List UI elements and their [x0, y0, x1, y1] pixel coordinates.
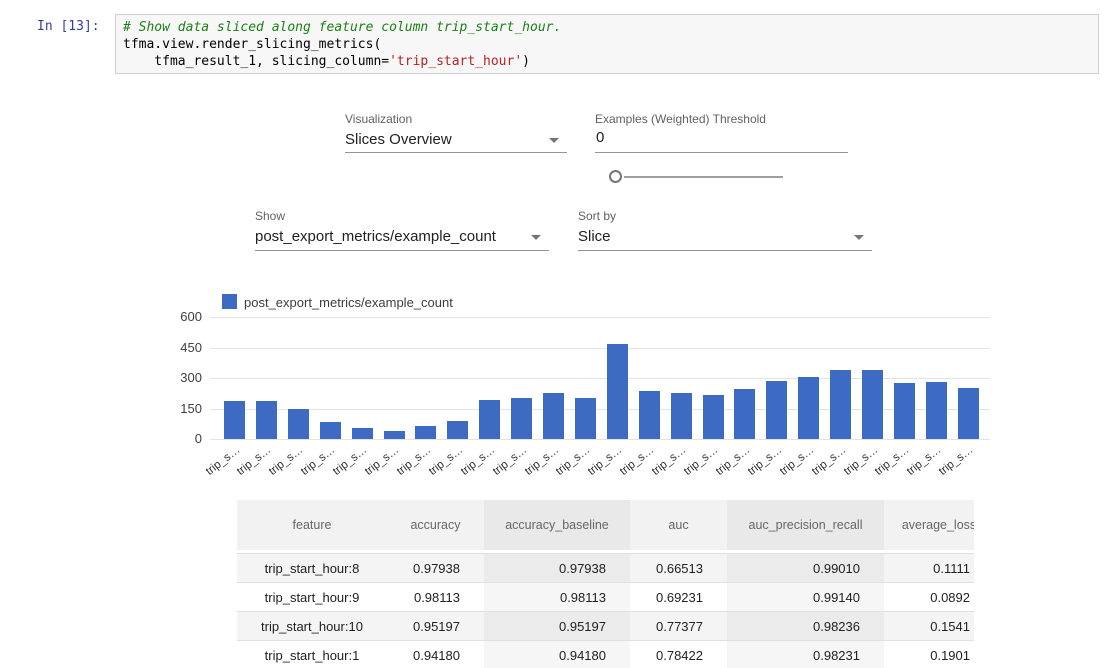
chart-bar[interactable]: [511, 398, 532, 439]
code-line: ): [522, 54, 530, 69]
code-comment: # Show data sliced along feature column …: [123, 20, 561, 35]
visualization-underline: [345, 152, 567, 153]
table-cell: trip_start_hour:10: [237, 612, 387, 640]
table-row: trip_start_hour:90.981130.981130.692310.…: [237, 583, 974, 612]
code-string: 'trip_start_hour': [389, 54, 522, 69]
chart-bar[interactable]: [256, 401, 277, 439]
chart-bar[interactable]: [575, 398, 596, 439]
legend-label: post_export_metrics/example_count: [244, 295, 453, 310]
y-tick-label: 0: [158, 431, 202, 446]
chart-bar[interactable]: [288, 409, 309, 439]
table-cell: 0.77377: [630, 612, 727, 640]
chart-bar[interactable]: [894, 383, 915, 439]
code-line: tfma_result_1, slicing_column=: [123, 54, 389, 69]
show-label: Show: [255, 209, 285, 223]
gridline: [210, 348, 990, 349]
table-cell: 0.66513: [630, 554, 727, 582]
table-cell: trip_start_hour:1: [237, 641, 387, 668]
table-row: trip_start_hour:100.951970.951970.773770…: [237, 612, 974, 641]
header-cell: auc: [630, 500, 727, 550]
chart-bar[interactable]: [958, 388, 979, 439]
legend-color-swatch: [222, 294, 237, 309]
chart-bar[interactable]: [766, 381, 787, 439]
threshold-input[interactable]: [596, 129, 844, 146]
sort-by-select[interactable]: Slice: [578, 228, 611, 245]
code-cell[interactable]: # Show data sliced along feature column …: [115, 14, 1099, 74]
table-body: trip_start_hour:80.979380.979380.665130.…: [237, 553, 974, 668]
header-cell: average_loss: [884, 500, 974, 550]
table-cell: 0.98113: [484, 583, 630, 611]
table-row: trip_start_hour:80.979380.979380.665130.…: [237, 554, 974, 583]
table-cell: 0.97938: [387, 554, 484, 582]
chart-bar[interactable]: [798, 377, 819, 439]
threshold-slider-track[interactable]: [624, 176, 783, 178]
chart-bar[interactable]: [734, 389, 755, 439]
chevron-down-icon[interactable]: [854, 235, 864, 240]
chart-bar[interactable]: [830, 370, 851, 439]
table-cell: 0.69231: [630, 583, 727, 611]
visualization-select[interactable]: Slices Overview: [345, 131, 452, 148]
threshold-slider-thumb[interactable]: [609, 170, 622, 183]
y-tick-label: 600: [158, 309, 202, 324]
chart-bar[interactable]: [862, 370, 883, 439]
table-cell: 0.94180: [387, 641, 484, 668]
table-cell: 0.98113: [387, 583, 484, 611]
chart-bar[interactable]: [607, 344, 628, 439]
y-tick-label: 450: [158, 340, 202, 355]
show-select[interactable]: post_export_metrics/example_count: [255, 228, 496, 245]
table-cell: trip_start_hour:9: [237, 583, 387, 611]
y-tick-label: 300: [158, 370, 202, 385]
chevron-down-icon[interactable]: [531, 235, 541, 240]
sort-by-underline: [578, 250, 872, 251]
show-underline: [255, 250, 549, 251]
header-cell: feature: [237, 500, 387, 550]
threshold-label: Examples (Weighted) Threshold: [595, 112, 766, 126]
table-cell: trip_start_hour:8: [237, 554, 387, 582]
table-cell: 0.1541: [884, 612, 974, 640]
chart-bar[interactable]: [639, 391, 660, 439]
header-cell: accuracy: [387, 500, 484, 550]
page: { "notebook": { "prompt": "In [13]:", "c…: [0, 0, 1111, 668]
y-tick-label: 150: [158, 401, 202, 416]
chart-bar[interactable]: [479, 400, 500, 439]
table-cell: 0.97938: [484, 554, 630, 582]
jupyter-prompt: In [13]:: [37, 19, 100, 34]
header-cell: auc_precision_recall: [727, 500, 884, 550]
threshold-underline: [595, 152, 848, 153]
chevron-down-icon[interactable]: [549, 138, 559, 143]
table-row: trip_start_hour:10.941800.941800.784220.…: [237, 641, 974, 668]
chart-plot: 0150300450600trip_s…trip_s…trip_s…trip_s…: [210, 317, 990, 439]
table-cell: 0.94180: [484, 641, 630, 668]
chart-bar[interactable]: [352, 428, 373, 439]
chart-bar[interactable]: [671, 393, 692, 439]
table-cell: 0.99140: [727, 583, 884, 611]
gridline: [210, 317, 990, 318]
sort-by-label: Sort by: [578, 209, 616, 223]
chart-bar[interactable]: [384, 431, 405, 439]
table-cell: 0.98236: [727, 612, 884, 640]
chart-bar[interactable]: [703, 395, 724, 439]
table-cell: 0.1111: [884, 554, 974, 582]
table-cell: 0.1901: [884, 641, 974, 668]
chart-bar[interactable]: [224, 401, 245, 439]
chart-bar[interactable]: [447, 421, 468, 439]
metrics-table: featureaccuracyaccuracy_baselineaucauc_p…: [237, 500, 974, 668]
table-cell: 0.98231: [727, 641, 884, 668]
chart-bar[interactable]: [543, 393, 564, 439]
gridline: [210, 439, 990, 440]
chart-bar[interactable]: [415, 426, 436, 439]
table-cell: 0.99010: [727, 554, 884, 582]
table-cell: 0.95197: [484, 612, 630, 640]
table-cell: 0.0892: [884, 583, 974, 611]
code-line: tfma.view.render_slicing_metrics(: [123, 37, 381, 52]
table-cell: 0.95197: [387, 612, 484, 640]
visualization-label: Visualization: [345, 112, 412, 126]
table-header-row: featureaccuracyaccuracy_baselineaucauc_p…: [237, 500, 974, 550]
header-cell: accuracy_baseline: [484, 500, 630, 550]
chart-bar[interactable]: [926, 382, 947, 439]
chart-bar[interactable]: [320, 422, 341, 439]
table-cell: 0.78422: [630, 641, 727, 668]
